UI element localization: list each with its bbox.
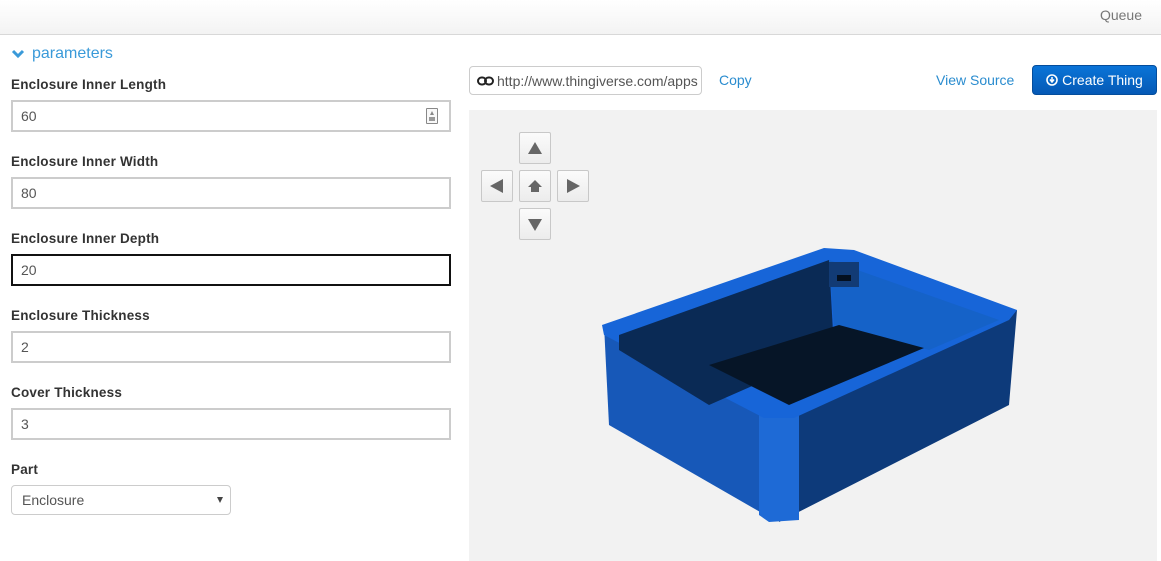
arrow-down-icon [528,219,542,231]
home-icon [528,180,542,192]
pan-left-button[interactable] [481,170,513,202]
parameters-toggle-label: parameters [32,45,113,62]
arrow-right-icon [567,179,580,193]
download-circle-icon [1046,74,1058,86]
arrow-up-icon [528,142,542,154]
number-spinner-icon[interactable] [426,108,438,124]
share-url-field[interactable]: http://www.thingiverse.com/apps [469,66,702,95]
enclosure-inner-width-input[interactable] [11,177,451,209]
create-thing-label: Create Thing [1062,72,1143,88]
enclosure-thickness-input[interactable] [11,331,451,363]
link-icon [477,76,494,85]
part-select-value: Enclosure [22,492,85,508]
enclosure-inner-length-label: Enclosure Inner Length [11,77,167,92]
enclosure-inner-width-label: Enclosure Inner Width [11,154,159,169]
caret-down-icon [217,497,223,503]
create-thing-button[interactable]: Create Thing [1032,65,1157,95]
model-front-corner [759,405,799,522]
enclosure-inner-depth-label: Enclosure Inner Depth [11,231,160,246]
enclosure-inner-length-input[interactable] [11,100,451,132]
model-boss [829,262,859,287]
share-url-value: http://www.thingiverse.com/apps [497,72,698,89]
part-label: Part [11,462,39,477]
pan-right-button[interactable] [557,170,589,202]
model-boss-slot [837,275,851,281]
chevron-down-icon [11,49,25,59]
arrow-left-icon [490,179,503,193]
enclosure-inner-depth-input[interactable] [11,254,451,286]
home-button[interactable] [519,170,551,202]
enclosure-thickness-label: Enclosure Thickness [11,308,150,323]
parameters-toggle[interactable]: parameters [11,45,113,63]
cover-thickness-label: Cover Thickness [11,385,123,400]
pan-down-button[interactable] [519,208,551,240]
model-viewer[interactable] [469,110,1157,561]
cover-thickness-input[interactable] [11,408,451,440]
queue-link[interactable]: Queue [1100,7,1142,23]
copy-link[interactable]: Copy [719,72,752,88]
pan-up-button[interactable] [519,132,551,164]
view-source-link[interactable]: View Source [936,72,1014,88]
enclosure-3d-model [602,248,1017,522]
part-select[interactable]: Enclosure [11,485,231,515]
top-bar: Queue [0,0,1161,35]
